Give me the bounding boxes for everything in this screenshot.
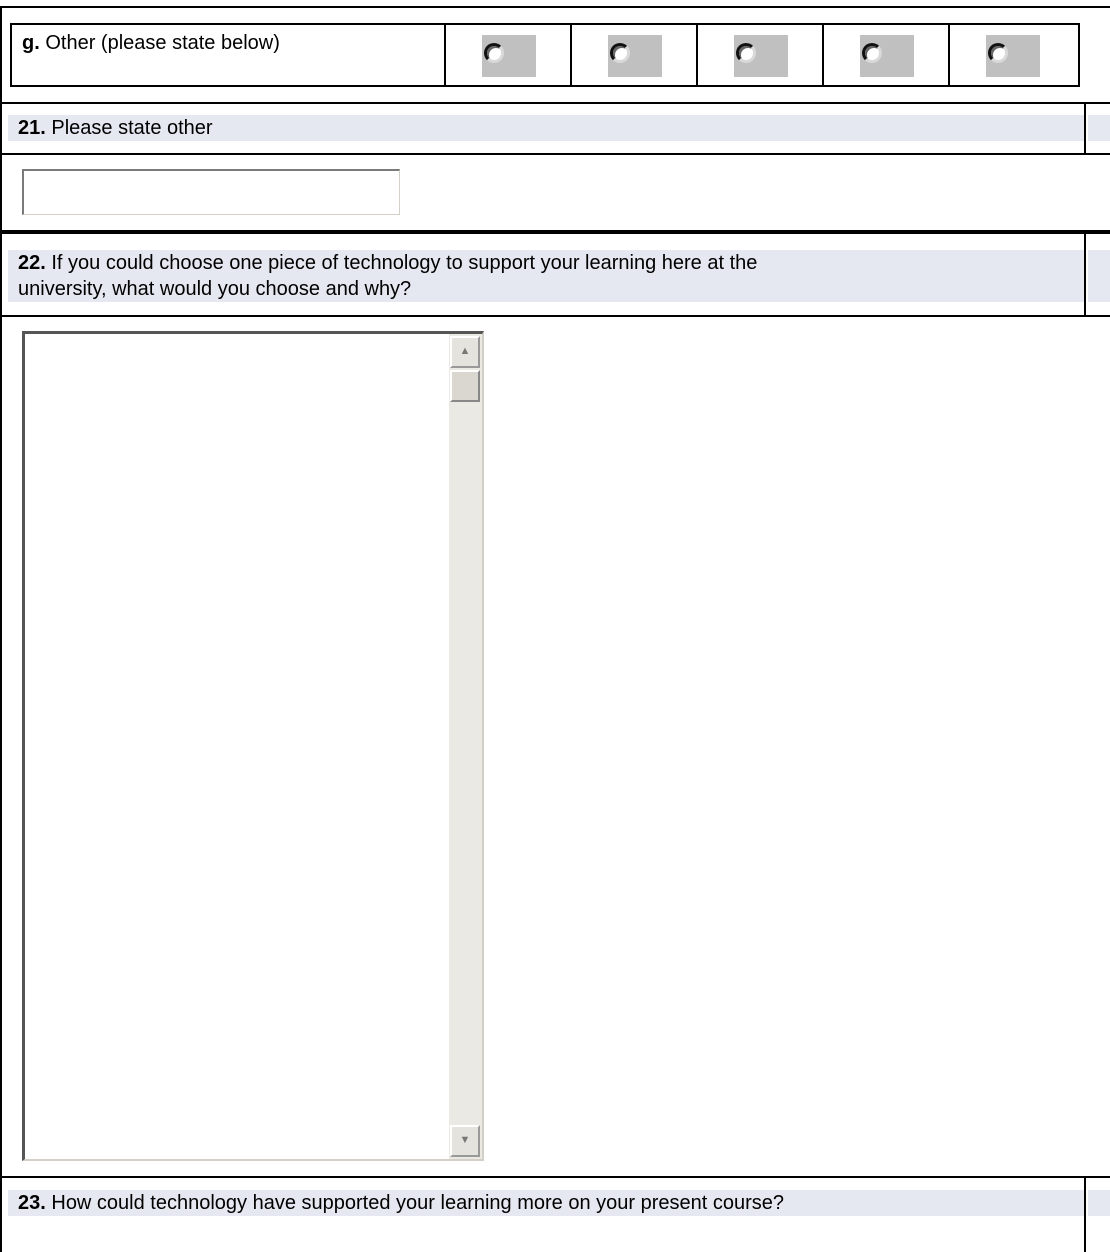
- divider-2: [0, 153, 1110, 155]
- rating-option-5[interactable]: [986, 35, 1040, 77]
- question-23-right-divider: [1084, 1176, 1086, 1252]
- question-22-right-divider: [1084, 234, 1086, 316]
- rating-option-4-cell: [824, 25, 950, 85]
- question-22-header: 22. If you could choose one piece of tec…: [8, 250, 1086, 302]
- question-21-text: Please state other: [45, 117, 213, 139]
- question-23-header-tail: [1088, 1190, 1110, 1216]
- radio-button-icon[interactable]: [484, 43, 504, 63]
- rating-option-1[interactable]: [482, 35, 536, 77]
- question-21-right-divider: [1084, 102, 1086, 154]
- rating-option-4[interactable]: [860, 35, 914, 77]
- divider-3: [0, 230, 1110, 234]
- question-21-header: 21. Please state other: [8, 115, 1086, 141]
- question-23-number: 23.: [18, 1192, 46, 1214]
- rating-row-other: g. Other (please state below): [10, 23, 1080, 87]
- rating-option-5-cell: [950, 25, 1076, 85]
- technology-choice-textarea-wrapper: ▲ ▼: [22, 331, 484, 1161]
- question-22-text-line2: university, what would you choose and wh…: [18, 278, 412, 300]
- divider-1: [0, 102, 1110, 104]
- radio-button-icon[interactable]: [988, 43, 1008, 63]
- scroll-down-arrow-icon[interactable]: ▼: [450, 1125, 480, 1157]
- question-22-header-tail: [1088, 250, 1110, 302]
- scroll-thumb[interactable]: [450, 370, 480, 402]
- radio-button-icon[interactable]: [862, 43, 882, 63]
- top-border: [0, 6, 1110, 8]
- question-22-text-line1: If you could choose one piece of technol…: [45, 252, 758, 274]
- question-22-number: 22.: [18, 252, 46, 274]
- rating-row-text: Other (please state below): [39, 32, 280, 54]
- question-21-header-tail: [1088, 115, 1110, 141]
- divider-4: [0, 315, 1110, 317]
- rating-option-3-cell: [698, 25, 824, 85]
- radio-button-icon[interactable]: [610, 43, 630, 63]
- left-border: [0, 6, 2, 1252]
- question-21-number: 21.: [18, 117, 46, 139]
- rating-option-2[interactable]: [608, 35, 662, 77]
- divider-5: [0, 1176, 1110, 1178]
- radio-button-icon[interactable]: [736, 43, 756, 63]
- textarea-scrollbar[interactable]: ▲ ▼: [449, 334, 482, 1159]
- scroll-up-arrow-icon[interactable]: ▲: [450, 336, 480, 368]
- rating-row-label: g. Other (please state below): [12, 25, 446, 85]
- rating-option-1-cell: [446, 25, 572, 85]
- other-text-input[interactable]: [22, 169, 400, 215]
- rating-row-letter: g.: [22, 32, 40, 54]
- technology-choice-textarea[interactable]: [25, 334, 449, 1159]
- rating-option-3[interactable]: [734, 35, 788, 77]
- question-23-header: 23. How could technology have supported …: [8, 1190, 1086, 1216]
- question-23-text: How could technology have supported your…: [45, 1192, 785, 1214]
- rating-option-2-cell: [572, 25, 698, 85]
